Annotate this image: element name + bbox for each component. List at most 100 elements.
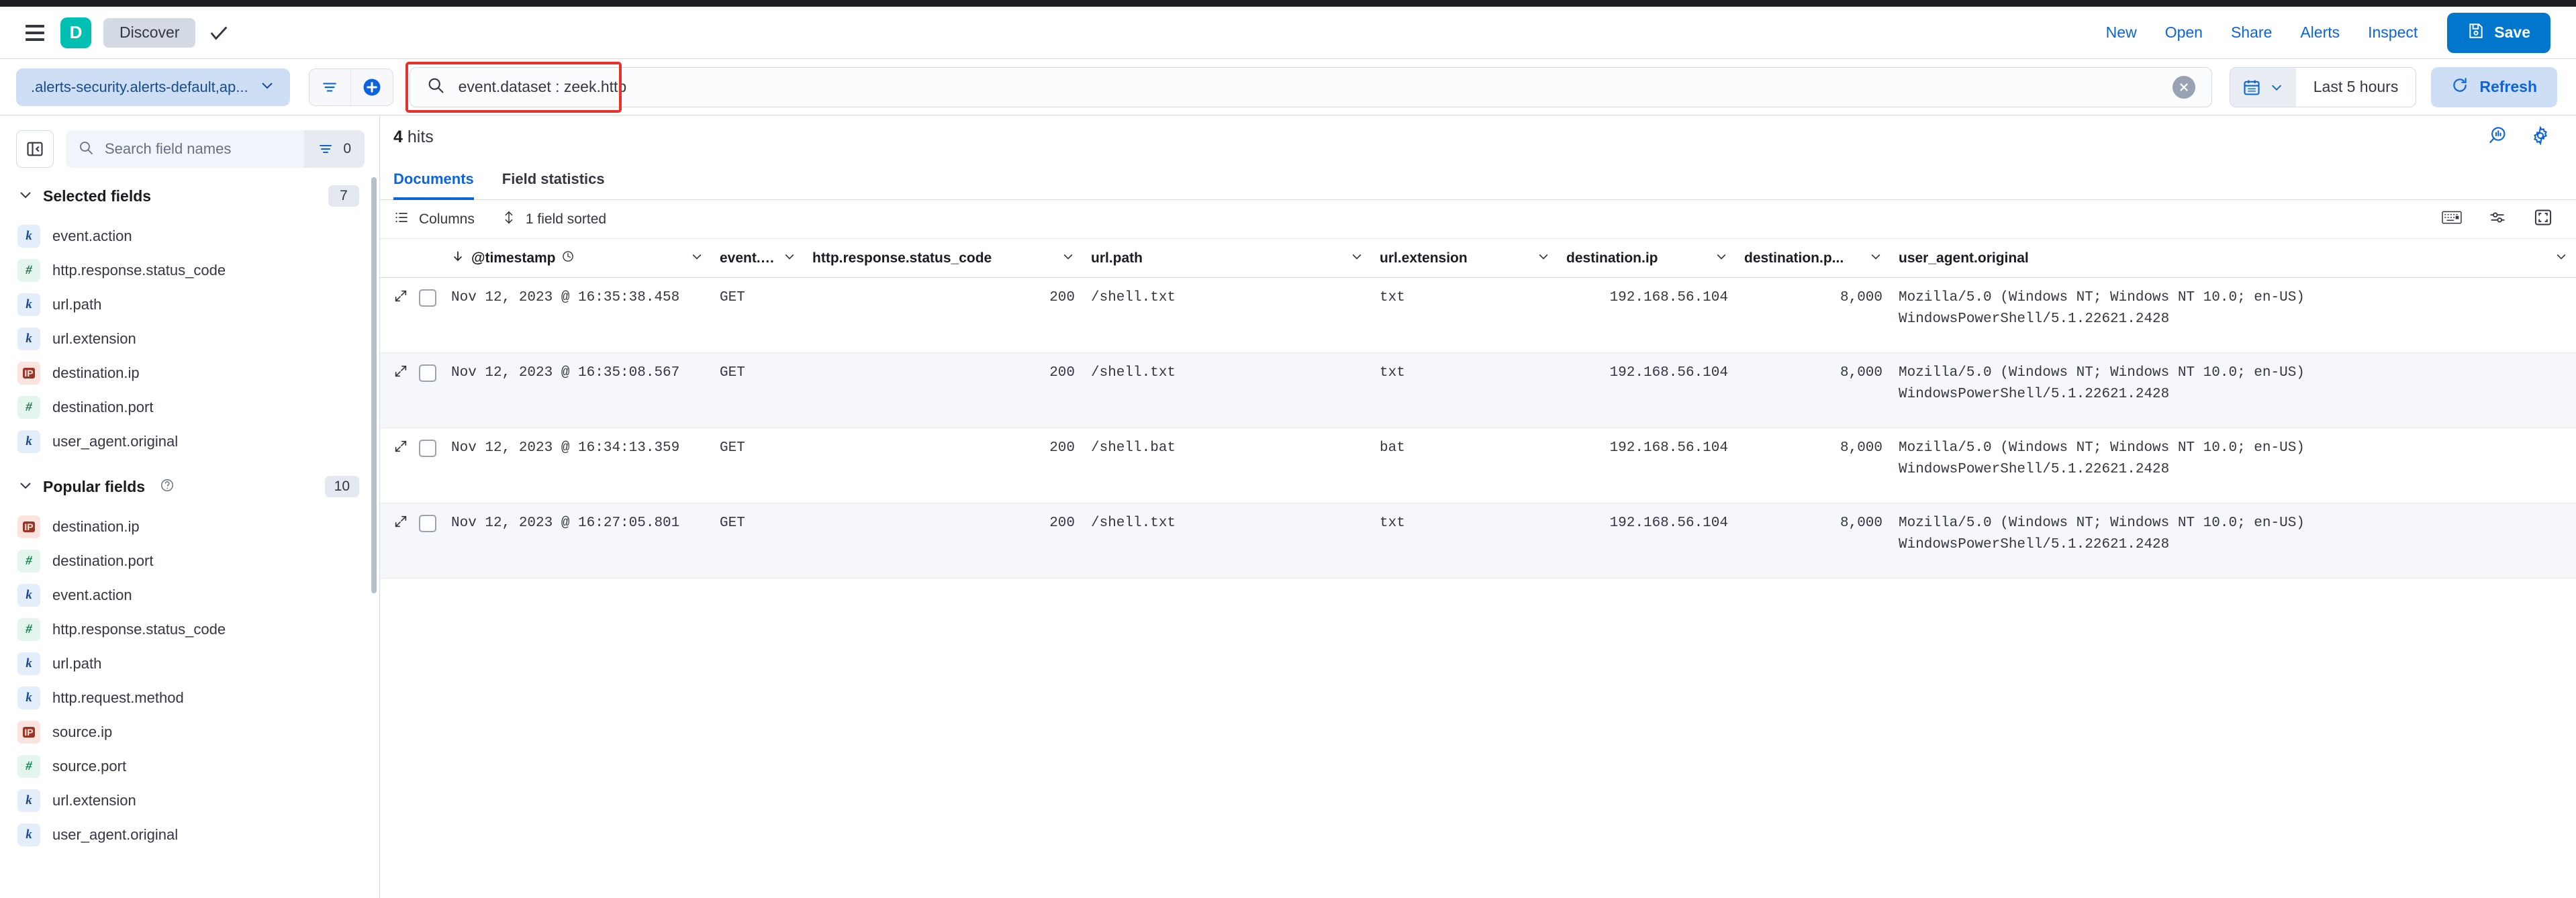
cell-url-path: /shell.txt: [1083, 503, 1372, 544]
column-header-url-path[interactable]: url.path: [1083, 239, 1372, 278]
chevron-down-icon[interactable]: [1530, 250, 1550, 267]
cell-status-code: 200: [804, 503, 1083, 544]
tab-field-statistics[interactable]: Field statistics: [502, 170, 605, 200]
cell-url-path: /shell.txt: [1083, 278, 1372, 318]
selected-fields-header[interactable]: Selected fields 7: [0, 168, 379, 219]
field-filter-button[interactable]: 0: [304, 130, 365, 168]
columns-button[interactable]: Columns: [393, 209, 475, 230]
selected-field-http-response-status-code[interactable]: #http.response.status_code: [0, 253, 379, 287]
selected-field-url-extension[interactable]: kurl.extension: [0, 321, 379, 356]
header-link-new[interactable]: New: [2106, 23, 2137, 42]
gear-icon[interactable]: [2530, 126, 2550, 149]
popular-field-url-extension[interactable]: kurl.extension: [0, 783, 379, 817]
row-select-checkbox[interactable]: [419, 515, 436, 532]
popular-field-http-response-status-code[interactable]: #http.response.status_code: [0, 612, 379, 646]
header-link-open[interactable]: Open: [2165, 23, 2203, 42]
selected-field-destination-ip[interactable]: IPdestination.ip: [0, 356, 379, 390]
column-header-url-extension[interactable]: url.extension: [1372, 239, 1558, 278]
field-type-number-icon: #: [17, 396, 40, 419]
popular-field-event-action[interactable]: kevent.action: [0, 578, 379, 612]
calendar-icon[interactable]: [2230, 67, 2296, 107]
column-header-label: event.ac...: [720, 250, 776, 266]
row-select-checkbox[interactable]: [419, 364, 436, 382]
selected-field-destination-port[interactable]: #destination.port: [0, 390, 379, 424]
popular-field-url-path[interactable]: kurl.path: [0, 646, 379, 681]
column-header-user-agent[interactable]: user_agent.original: [1891, 239, 2576, 278]
columns-icon: [393, 209, 410, 230]
header-link-inspect[interactable]: Inspect: [2368, 23, 2418, 42]
save-button[interactable]: Save: [2447, 13, 2550, 53]
popular-field-destination-port[interactable]: # destination.port: [0, 544, 379, 578]
expand-row-icon[interactable]: [393, 514, 408, 532]
clear-query-icon[interactable]: [2173, 76, 2195, 99]
filter-list-icon[interactable]: [309, 68, 351, 106]
selected-field-user-agent-original[interactable]: kuser_agent.original: [0, 424, 379, 458]
chevron-down-icon: [259, 77, 275, 97]
fullscreen-icon[interactable]: [2533, 208, 2553, 230]
field-name: destination.port: [52, 552, 153, 570]
field-search-input[interactable]: Search field names 0: [66, 130, 365, 168]
field-name: url.path: [52, 655, 101, 672]
column-header-destination-ip[interactable]: destination.ip: [1558, 239, 1736, 278]
help-icon[interactable]: [160, 478, 175, 496]
header-link-share[interactable]: Share: [2231, 23, 2272, 42]
search-input[interactable]: event.dataset : zeek.http: [410, 67, 2212, 107]
row-select-checkbox[interactable]: [419, 289, 436, 307]
display-options-icon[interactable]: [2487, 209, 2508, 230]
field-type-ip-icon: IP: [17, 362, 40, 385]
chevron-down-icon[interactable]: [1343, 250, 1364, 267]
popular-field-source-ip[interactable]: IPsource.ip: [0, 715, 379, 749]
selected-field-event-action[interactable]: kevent.action: [0, 219, 379, 253]
expand-row-icon[interactable]: [393, 289, 408, 307]
data-view-selector[interactable]: .alerts-security.alerts-default,ap...: [16, 68, 290, 106]
column-header-event-action[interactable]: event.ac...: [712, 239, 804, 278]
inspect-chart-icon[interactable]: [2487, 126, 2508, 149]
menu-icon[interactable]: [20, 18, 50, 48]
header-link-alerts[interactable]: Alerts: [2300, 23, 2340, 42]
time-range-label[interactable]: Last 5 hours: [2296, 78, 2416, 96]
chevron-down-icon[interactable]: [1055, 250, 1075, 267]
sort-button[interactable]: 1 field sorted: [502, 209, 606, 230]
field-filter-count: 0: [343, 141, 351, 157]
row-select-checkbox[interactable]: [419, 440, 436, 457]
field-type-number-icon: #: [17, 259, 40, 282]
popular-fields-header[interactable]: Popular fields 10: [0, 458, 379, 509]
add-filter-icon[interactable]: [351, 68, 393, 106]
cell-destination-ip: 192.168.56.104: [1558, 503, 1736, 544]
breadcrumb[interactable]: Discover: [103, 18, 195, 48]
tab-documents[interactable]: Documents: [393, 170, 474, 200]
keyboard-shortcuts-icon[interactable]: [2442, 209, 2462, 230]
column-header-status-code[interactable]: http.response.status_code: [804, 239, 1083, 278]
table-row[interactable]: Nov 12, 2023 @ 16:35:08.567GET200/shell.…: [380, 353, 2576, 428]
check-icon[interactable]: [207, 21, 230, 44]
collapse-sidebar-icon[interactable]: [16, 130, 54, 168]
chevron-down-icon[interactable]: [1708, 250, 1728, 267]
expand-row-icon[interactable]: [393, 364, 408, 382]
popular-field-user-agent-original[interactable]: kuser_agent.original: [0, 817, 379, 852]
table-row[interactable]: Nov 12, 2023 @ 16:34:13.359GET200/shell.…: [380, 428, 2576, 503]
selected-fields-title: Selected fields: [43, 187, 151, 205]
table-row[interactable]: Nov 12, 2023 @ 16:27:05.801GET200/shell.…: [380, 503, 2576, 579]
refresh-button[interactable]: Refresh: [2431, 67, 2557, 107]
sidebar-scrollbar[interactable]: [371, 177, 377, 842]
column-header-label: http.response.status_code: [812, 250, 992, 266]
popular-field-http-request-method[interactable]: khttp.request.method: [0, 681, 379, 715]
popular-field-destination-ip[interactable]: IPdestination.ip: [0, 509, 379, 544]
field-type-number-icon: #: [17, 755, 40, 778]
field-name: url.extension: [52, 792, 136, 809]
field-type-k-icon: k: [17, 293, 40, 316]
selected-field-url-path[interactable]: kurl.path: [0, 287, 379, 321]
expand-row-icon[interactable]: [393, 439, 408, 457]
popular-field-source-port[interactable]: #source.port: [0, 749, 379, 783]
table-row[interactable]: Nov 12, 2023 @ 16:35:38.458GET200/shell.…: [380, 278, 2576, 353]
chevron-down-icon[interactable]: [776, 250, 796, 267]
chevron-down-icon[interactable]: [683, 250, 704, 267]
chevron-down-icon[interactable]: [2548, 250, 2568, 267]
chevron-down-icon[interactable]: [1862, 250, 1882, 267]
column-header-destination-port[interactable]: destination.p...: [1736, 239, 1891, 278]
column-header-timestamp[interactable]: @timestamp: [443, 239, 712, 278]
date-picker[interactable]: Last 5 hours: [2230, 67, 2417, 107]
data-view-label: .alerts-security.alerts-default,ap...: [31, 79, 248, 96]
field-type-number-icon: #: [17, 550, 40, 572]
refresh-icon: [2451, 77, 2469, 98]
